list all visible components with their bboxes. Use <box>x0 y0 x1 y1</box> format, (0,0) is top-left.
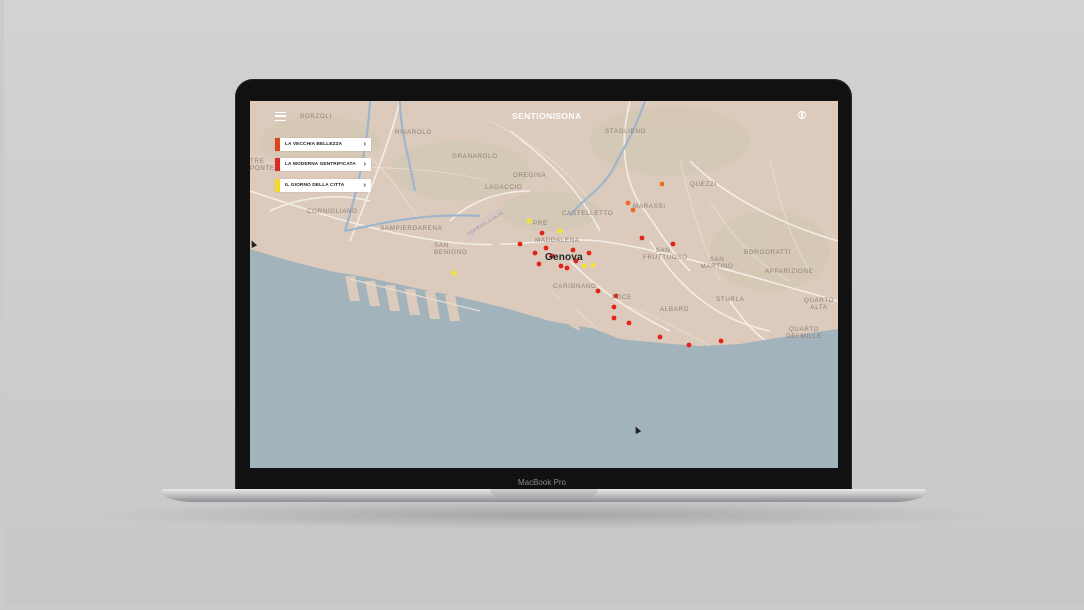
map-marker-red[interactable] <box>718 338 724 344</box>
map-marker-red[interactable] <box>586 250 592 256</box>
place-label: SAN MARTINO <box>700 256 734 270</box>
device-model-label: MacBook Pro <box>517 478 567 487</box>
map-marker-red[interactable] <box>558 263 564 269</box>
map-marker-red[interactable] <box>639 235 645 241</box>
place-label: QUARTO ALTA <box>803 297 835 311</box>
brand-logo[interactable]: SENTIONISONA <box>512 111 582 121</box>
place-label: SAMPIERDARENA <box>380 225 443 232</box>
layer-color-swatch <box>275 158 280 171</box>
layer-color-swatch <box>275 179 280 192</box>
place-label: STAGLIENO <box>605 128 646 135</box>
place-label: SAN FRUTTUOSO <box>643 247 688 261</box>
laptop-screen: BORZOLI RIVAROLO STAGLIENO GRANAROLO ORE… <box>250 101 838 468</box>
map-marker-red[interactable] <box>539 230 545 236</box>
layer-button-giorno-citta[interactable]: IL GIORNO DELLA CITTA › <box>275 179 371 192</box>
place-label: RIVAROLO <box>395 129 432 136</box>
map-marker-red[interactable] <box>536 261 542 267</box>
layer-label: LA VECCHIA BELLEZZA <box>285 142 343 147</box>
map-marker-red[interactable] <box>532 250 538 256</box>
place-label: APPARIZIONE <box>765 268 814 275</box>
layer-button-moderna-gentrificata[interactable]: LA MODERNA GENTRIFICATA › <box>275 158 371 171</box>
place-label: CASTELLETTO <box>562 210 614 217</box>
map-marker-red[interactable] <box>626 320 632 326</box>
layer-button-vecchia-bellezza[interactable]: LA VECCHIA BELLEZZA › <box>275 138 371 151</box>
chevron-right-icon: › <box>363 161 366 168</box>
place-label: TRE PONTE <box>250 158 275 172</box>
laptop-notch <box>490 489 598 497</box>
place-label: GRANAROLO <box>452 153 498 160</box>
map-marker-red[interactable] <box>543 245 549 251</box>
place-label: BORGORATTI <box>744 249 792 256</box>
map-marker-yellow[interactable] <box>590 262 596 268</box>
map-marker-red[interactable] <box>517 241 523 247</box>
place-label: STURLA <box>716 296 745 303</box>
place-label: MADDALENA <box>535 237 580 244</box>
map-marker-yellow[interactable] <box>581 263 587 269</box>
globe-icon[interactable] <box>798 111 806 119</box>
chevron-right-icon: › <box>363 141 366 148</box>
place-label: MARASSI <box>633 203 666 210</box>
place-label: CARIGNANO <box>553 283 597 290</box>
hamburger-icon[interactable] <box>275 112 286 121</box>
place-label: OREGINA <box>513 172 547 179</box>
place-label: QUARTO DEI MILLE <box>786 326 822 340</box>
layer-label: LA MODERNA GENTRIFICATA <box>285 162 356 167</box>
city-label: Genova <box>545 252 583 263</box>
place-label: QUEZZI <box>690 181 717 188</box>
layer-color-swatch <box>275 138 280 151</box>
map-marker-yellow[interactable] <box>557 228 563 234</box>
laptop-shadow <box>90 500 1000 530</box>
map-marker-red[interactable] <box>686 342 692 348</box>
map-marker-red[interactable] <box>670 241 676 247</box>
map-marker-orange[interactable] <box>625 200 631 206</box>
map-canvas[interactable] <box>250 101 838 468</box>
place-label: ALBARO <box>660 306 690 313</box>
map-marker-red[interactable] <box>611 304 617 310</box>
map-marker-red[interactable] <box>657 334 663 340</box>
map-marker-orange[interactable] <box>659 181 665 187</box>
map-marker-yellow[interactable] <box>451 270 457 276</box>
place-label: CORNIGLIANO <box>307 208 358 215</box>
place-label: FOCE <box>612 294 632 301</box>
map-marker-yellow[interactable] <box>526 218 532 224</box>
place-label: LAGACCIO <box>485 184 523 191</box>
layer-label: IL GIORNO DELLA CITTA <box>285 183 345 188</box>
place-label: BORZOLI <box>300 113 332 120</box>
chevron-right-icon: › <box>363 182 366 189</box>
place-label: SAN BENIGNO <box>434 242 468 256</box>
map-marker-red[interactable] <box>564 265 570 271</box>
map-marker-red[interactable] <box>611 315 617 321</box>
place-label: PRE <box>533 220 548 227</box>
